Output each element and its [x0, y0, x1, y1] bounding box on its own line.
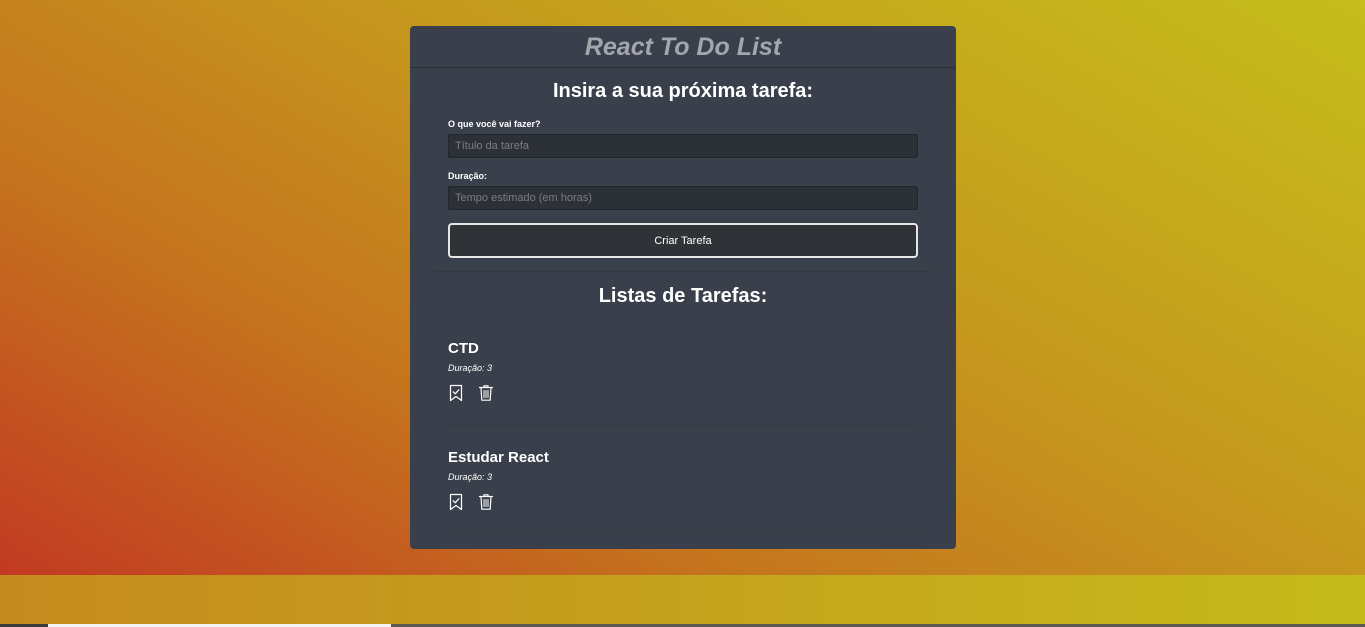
bookmark-check-icon[interactable] [448, 493, 464, 511]
todo-app-panel: React To Do List Insira a sua próxima ta… [410, 26, 956, 549]
task-form: Insira a sua próxima tarefa: O que você … [410, 80, 956, 258]
task-title-input[interactable] [448, 134, 918, 158]
task-item: Estudar React Duração: 3 [448, 425, 914, 534]
task-duration: Duração: 3 [448, 472, 493, 482]
trash-icon[interactable] [478, 493, 494, 511]
app-title: React To Do List [584, 33, 782, 61]
task-list-heading: Listas de Tarefas: [598, 285, 768, 307]
task-item: CTD Duração: 3 [448, 316, 914, 425]
page-background-bottom [0, 575, 1365, 627]
task-duration-label: Duração: [448, 171, 488, 181]
task-actions [448, 384, 914, 402]
trash-icon[interactable] [478, 384, 494, 402]
task-title: CTD [448, 340, 479, 357]
create-task-button[interactable]: Criar Tarefa [448, 223, 918, 258]
task-actions [448, 493, 914, 511]
task-title: Estudar React [448, 449, 549, 466]
form-heading: Insira a sua próxima tarefa: [552, 80, 814, 102]
task-duration-input[interactable] [448, 186, 918, 210]
section-divider [435, 271, 931, 272]
task-list: CTD Duração: 3 Estudar React Duração: 3 [410, 316, 956, 534]
task-duration: Duração: 3 [448, 363, 493, 373]
task-title-label: O que você vai fazer? [448, 119, 541, 129]
app-header: React To Do List [410, 26, 956, 68]
bookmark-check-icon[interactable] [448, 384, 464, 402]
